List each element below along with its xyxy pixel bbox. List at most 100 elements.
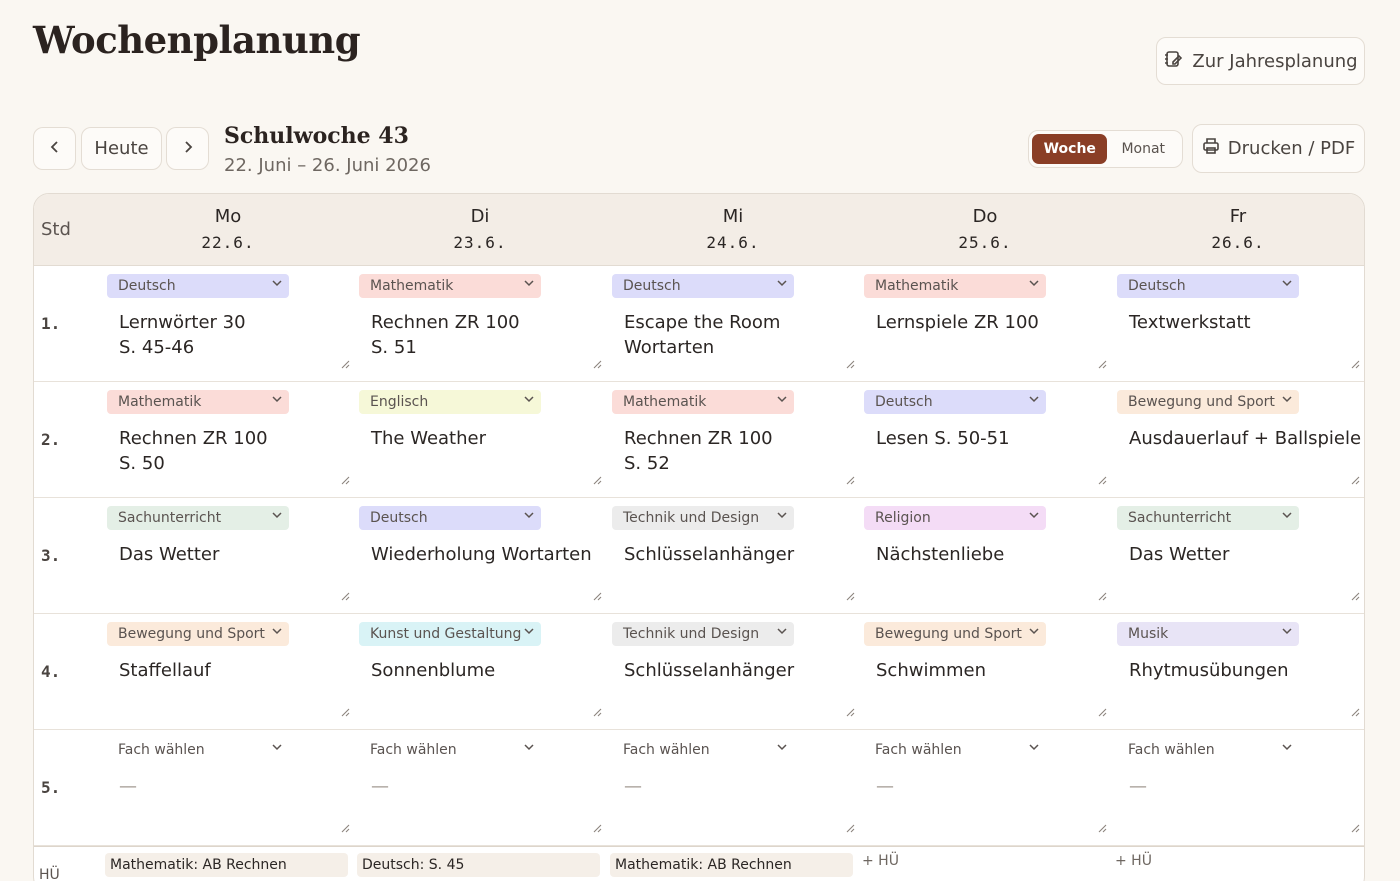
subject-label: Technik und Design — [623, 510, 760, 526]
lesson-text[interactable]: The Weather — [371, 426, 606, 451]
subject-select[interactable]: Religion — [864, 506, 1046, 530]
lesson-text[interactable]: Das Wetter — [1129, 542, 1364, 567]
subject-select[interactable]: Deutsch — [359, 506, 541, 530]
lesson-text[interactable]: — — [876, 774, 1111, 799]
resize-handle-icon[interactable] — [592, 354, 602, 369]
subject-select[interactable]: Sachunterricht — [1117, 506, 1299, 530]
lesson-text[interactable]: Ausdauerlauf + Ballspiele — [1129, 426, 1364, 451]
chevron-left-icon — [48, 138, 62, 159]
chevron-right-icon — [181, 138, 195, 159]
lesson-text[interactable]: Nächstenliebe — [876, 542, 1111, 567]
resize-handle-icon[interactable] — [1097, 818, 1107, 833]
subject-label: Mathematik — [370, 278, 454, 294]
subject-select[interactable]: Mathematik — [359, 274, 541, 298]
resize-handle-icon[interactable] — [340, 702, 350, 717]
resize-handle-icon[interactable] — [592, 702, 602, 717]
resize-handle-icon[interactable] — [845, 470, 855, 485]
subject-select[interactable]: Mathematik — [107, 390, 289, 414]
subject-select[interactable]: Fach wählen — [107, 738, 289, 762]
lesson-text[interactable]: Rechnen ZR 100 S. 50 — [119, 426, 354, 476]
resize-handle-icon[interactable] — [845, 354, 855, 369]
subject-select[interactable]: Musik — [1117, 622, 1299, 646]
resize-handle-icon[interactable] — [340, 470, 350, 485]
resize-handle-icon[interactable] — [1350, 818, 1360, 833]
lesson-text[interactable]: Staffellauf — [119, 658, 354, 683]
subject-select[interactable]: Deutsch — [864, 390, 1046, 414]
lesson-text[interactable]: — — [371, 774, 606, 799]
resize-handle-icon[interactable] — [1350, 354, 1360, 369]
lesson-text[interactable]: Lernwörter 30 S. 45-46 — [119, 310, 354, 360]
next-week-button[interactable] — [166, 127, 209, 170]
resize-handle-icon[interactable] — [340, 818, 350, 833]
subject-select[interactable]: Fach wählen — [359, 738, 541, 762]
lesson-text[interactable]: — — [119, 774, 354, 799]
lesson-text[interactable]: Rechnen ZR 100 S. 51 — [371, 310, 606, 360]
subject-select[interactable]: Sachunterricht — [107, 506, 289, 530]
lesson-cell: Mathematik Lernspiele ZR 100 — [864, 266, 1116, 382]
resize-handle-icon[interactable] — [845, 586, 855, 601]
lesson-text[interactable]: Schlüsselanhänger — [624, 542, 859, 567]
prev-week-button[interactable] — [33, 127, 76, 170]
resize-handle-icon[interactable] — [1097, 586, 1107, 601]
resize-handle-icon[interactable] — [340, 354, 350, 369]
homework-item[interactable]: Mathematik: AB Rechnen — [610, 853, 853, 877]
resize-handle-icon[interactable] — [340, 586, 350, 601]
subject-select[interactable]: Bewegung und Sport — [1117, 390, 1299, 414]
today-button[interactable]: Heute — [81, 127, 162, 170]
subject-select[interactable]: Technik und Design — [612, 506, 794, 530]
resize-handle-icon[interactable] — [592, 818, 602, 833]
lesson-text[interactable]: Lernspiele ZR 100 — [876, 310, 1111, 335]
resize-handle-icon[interactable] — [1097, 354, 1107, 369]
view-week-button[interactable]: Woche — [1032, 134, 1108, 164]
subject-select[interactable]: Mathematik — [612, 390, 794, 414]
resize-handle-icon[interactable] — [1097, 470, 1107, 485]
subject-select[interactable]: Bewegung und Sport — [864, 622, 1046, 646]
lesson-text[interactable]: — — [624, 774, 859, 799]
homework-item[interactable]: Mathematik: AB Rechnen — [105, 853, 348, 877]
lesson-cell: Musik Rhytmusübungen — [1117, 614, 1364, 730]
resize-handle-icon[interactable] — [592, 470, 602, 485]
subject-select[interactable]: Fach wählen — [864, 738, 1046, 762]
day-header: Di 23.6. — [380, 206, 580, 252]
lesson-text[interactable]: — — [1129, 774, 1364, 799]
subject-select[interactable]: Kunst und Gestaltung — [359, 622, 541, 646]
resize-handle-icon[interactable] — [1097, 702, 1107, 717]
lesson-cell: Bewegung und Sport Schwimmen — [864, 614, 1116, 730]
chevron-down-icon — [523, 509, 535, 524]
resize-handle-icon[interactable] — [845, 702, 855, 717]
subject-select[interactable]: Deutsch — [612, 274, 794, 298]
resize-handle-icon[interactable] — [1350, 470, 1360, 485]
lesson-text[interactable]: Schwimmen — [876, 658, 1111, 683]
period-row: 1. Deutsch Lernwörter 30 S. 45-46 Mathemati… — [34, 266, 1364, 382]
lesson-text[interactable]: Lesen S. 50-51 — [876, 426, 1111, 451]
lesson-text[interactable]: Rechnen ZR 100 S. 52 — [624, 426, 859, 476]
add-homework-button[interactable]: + HÜ — [1115, 853, 1152, 869]
lesson-text[interactable]: Escape the Room Wortarten — [624, 310, 859, 360]
resize-handle-icon[interactable] — [1350, 702, 1360, 717]
chevron-down-icon — [1028, 625, 1040, 640]
chevron-down-icon — [776, 625, 788, 640]
lesson-text[interactable]: Schlüsselanhänger — [624, 658, 859, 683]
subject-select[interactable]: Mathematik — [864, 274, 1046, 298]
subject-select[interactable]: Deutsch — [1117, 274, 1299, 298]
subject-select[interactable]: Englisch — [359, 390, 541, 414]
print-button[interactable]: Drucken / PDF — [1192, 124, 1365, 173]
subject-select[interactable]: Technik und Design — [612, 622, 794, 646]
resize-handle-icon[interactable] — [592, 586, 602, 601]
subject-select[interactable]: Bewegung und Sport — [107, 622, 289, 646]
lesson-text[interactable]: Das Wetter — [119, 542, 354, 567]
subject-select[interactable]: Fach wählen — [1117, 738, 1299, 762]
year-planning-button[interactable]: Zur Jahresplanung — [1156, 37, 1365, 85]
resize-handle-icon[interactable] — [1350, 586, 1360, 601]
lesson-text[interactable]: Sonnenblume — [371, 658, 606, 683]
lesson-text[interactable]: Wiederholung Wortarten — [371, 542, 606, 567]
lesson-text[interactable]: Rhytmusübungen — [1129, 658, 1364, 683]
homework-item[interactable]: Deutsch: S. 45 — [357, 853, 600, 877]
subject-select[interactable]: Fach wählen — [612, 738, 794, 762]
subject-select[interactable]: Deutsch — [107, 274, 289, 298]
resize-handle-icon[interactable] — [845, 818, 855, 833]
add-homework-button[interactable]: + HÜ — [862, 853, 899, 869]
lesson-cell: Mathematik Rechnen ZR 100 S. 50 — [107, 382, 359, 498]
view-month-button[interactable]: Monat — [1107, 134, 1179, 164]
lesson-text[interactable]: Textwerkstatt — [1129, 310, 1364, 335]
